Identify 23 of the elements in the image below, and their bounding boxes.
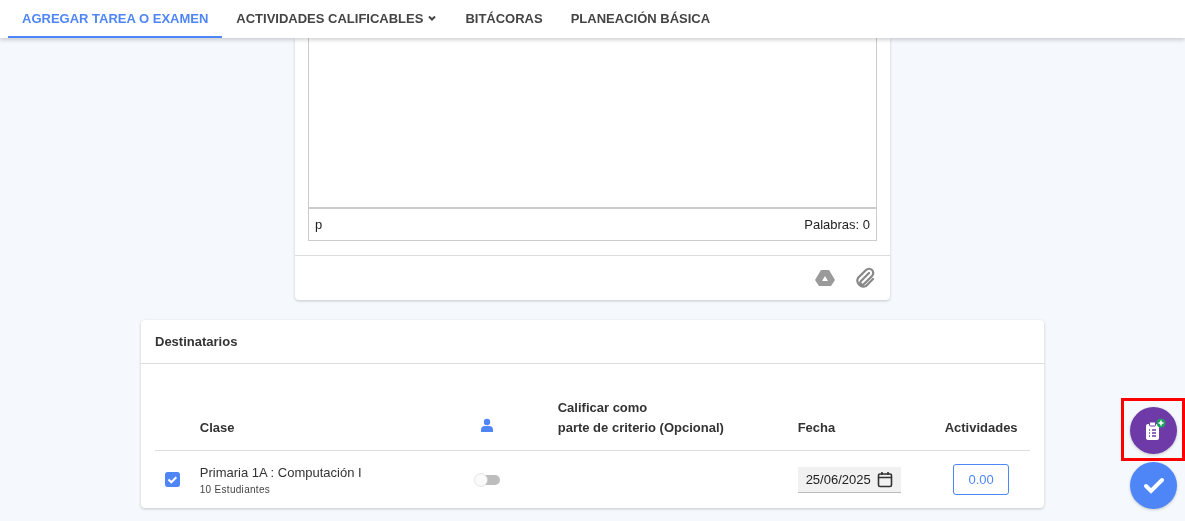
nav-tab[interactable]: BITÁCORAS: [451, 0, 557, 38]
checkmark-icon: [1142, 476, 1165, 495]
student-count: 10 Estudiantes: [199, 483, 272, 495]
nav-tab[interactable]: ACTIVIDADES CALIFICABLES: [222, 0, 452, 38]
paperclip-icon[interactable]: [854, 267, 876, 289]
add-task-button[interactable]: [1130, 407, 1177, 454]
class-name: Primaria 1A : Computación I: [199, 464, 363, 480]
toggle-switch[interactable]: [474, 472, 503, 487]
person-icon: [480, 418, 495, 432]
nav-tab[interactable]: PLANEACIÓN BÁSICA: [556, 0, 725, 38]
activities-field[interactable]: 0.00: [953, 464, 1009, 495]
date-field[interactable]: 25/06/2025: [797, 466, 901, 493]
card-title: Destinatarios: [155, 334, 238, 349]
column-header: Calificar como parte de criterio (Opcional): [557, 399, 724, 437]
checkbox[interactable]: [165, 472, 180, 487]
element-path: p: [315, 217, 323, 232]
column-header: Actividades: [944, 419, 1018, 437]
calendar-icon[interactable]: [876, 470, 893, 488]
triangle-icon[interactable]: [814, 267, 836, 289]
word-count: Palabras: 0: [804, 217, 870, 232]
column-header: Clase: [199, 419, 235, 437]
confirm-button[interactable]: [1130, 462, 1177, 509]
column-header: Fecha: [797, 419, 836, 437]
